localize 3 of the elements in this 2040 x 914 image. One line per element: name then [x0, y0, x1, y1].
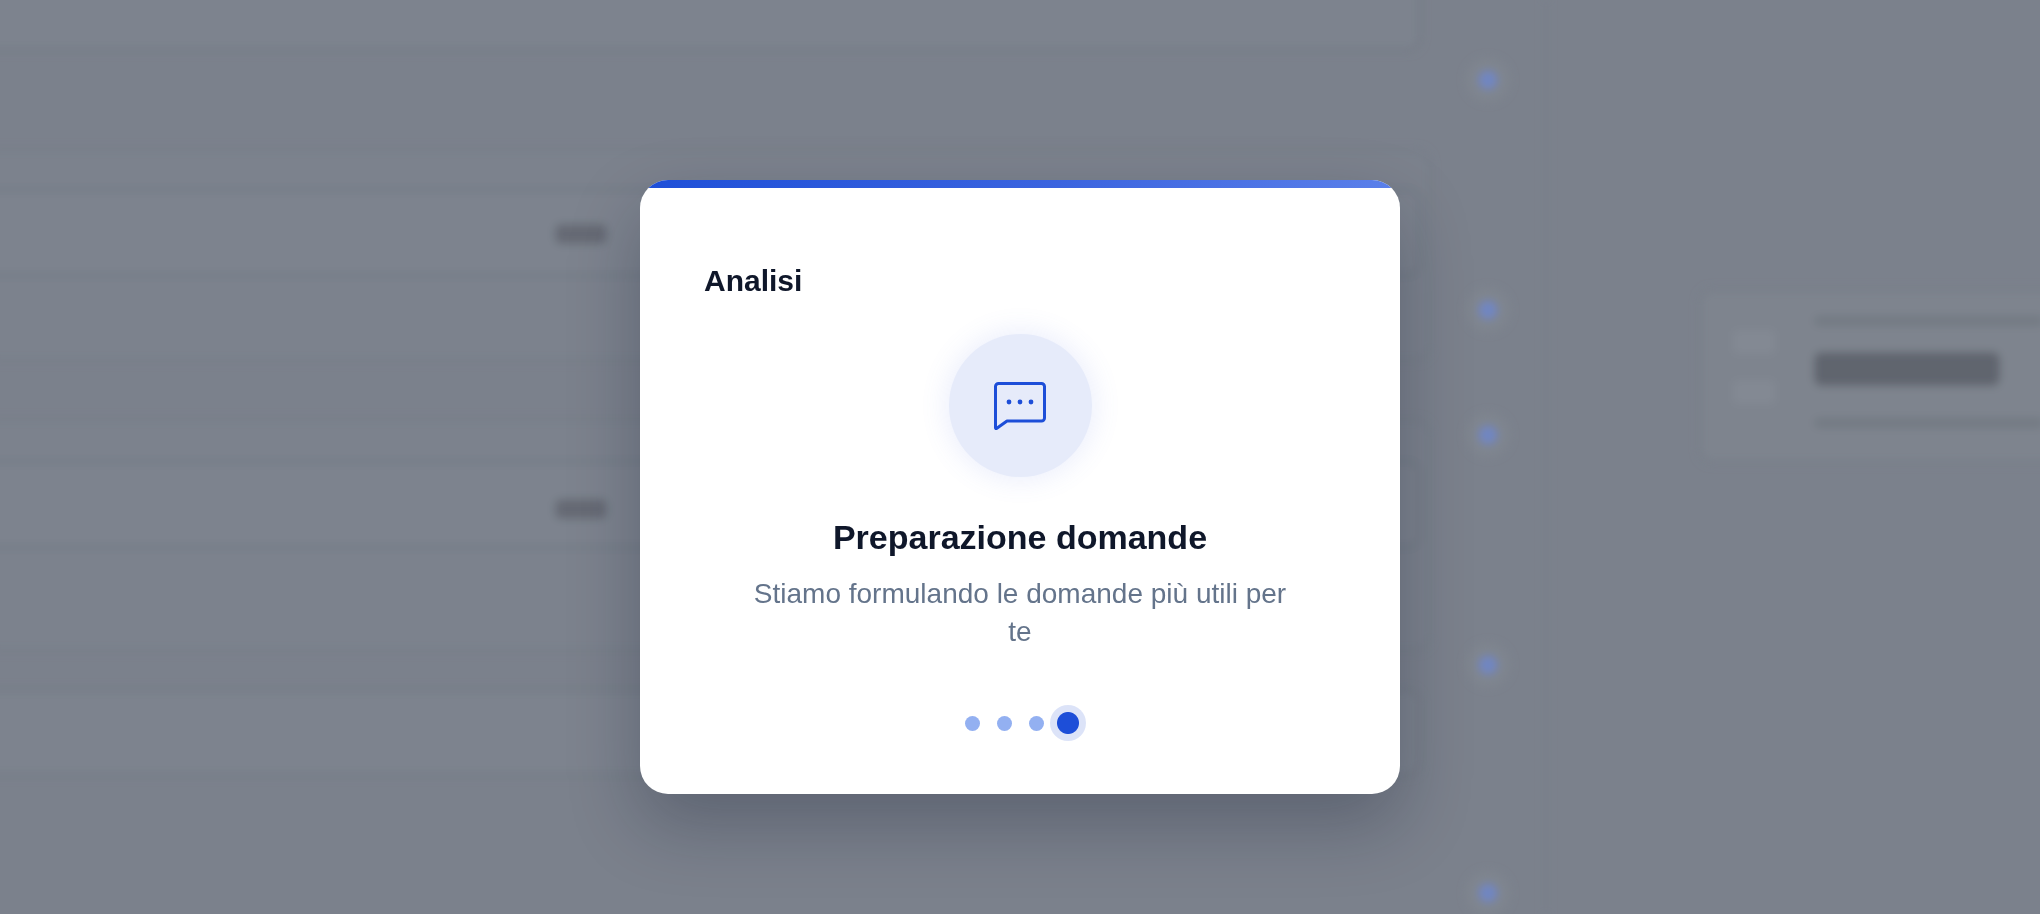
status-message: Stiamo formulando le domande più utili per te: [752, 577, 1288, 649]
status-heading: Preparazione domande: [832, 517, 1208, 558]
dialog-title: Analisi: [704, 263, 803, 298]
